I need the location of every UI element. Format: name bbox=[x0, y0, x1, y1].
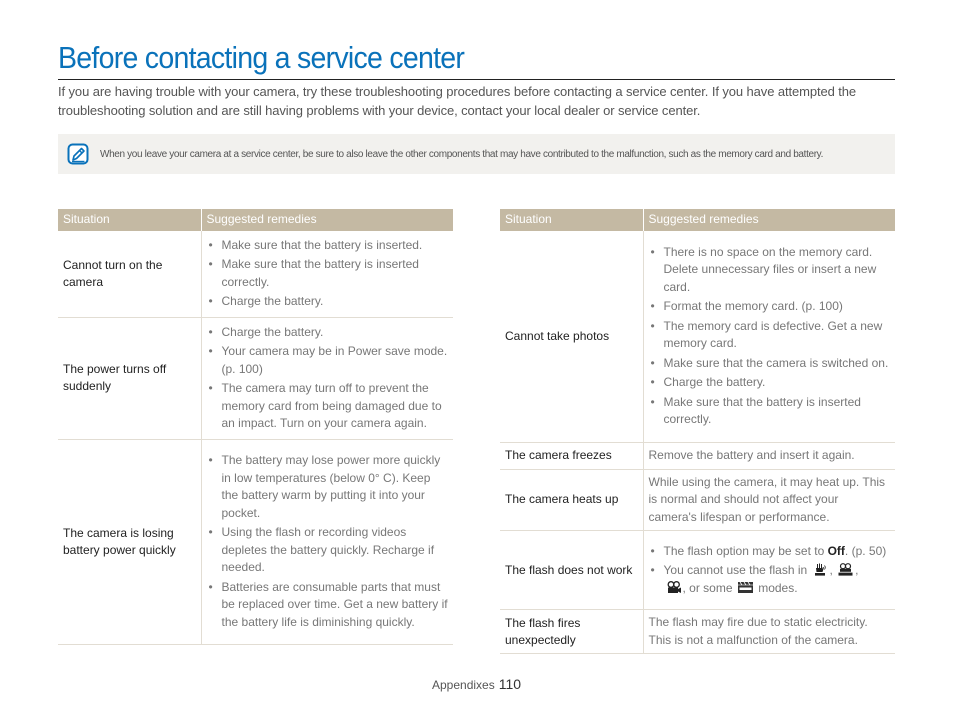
situation-cell: The power turns off suddenly bbox=[58, 317, 201, 440]
remedies-list: The battery may lose power more quickly … bbox=[207, 452, 449, 631]
remedies-list: Make sure that the battery is inserted. … bbox=[207, 237, 449, 311]
note-box: When you leave your camera at a service … bbox=[58, 134, 895, 174]
remedies-cell: Charge the battery. Your camera may be i… bbox=[200, 317, 453, 440]
table-row: The flash fires unexpectedly The flash m… bbox=[500, 609, 895, 654]
remedy-item: The flash option may be set to Off. (p. … bbox=[649, 543, 891, 561]
table-header-row: Situation Suggested remedies bbox=[500, 209, 895, 231]
remedy-text: The flash may fire due to static electri… bbox=[648, 615, 868, 647]
header-situation: Situation bbox=[58, 209, 201, 231]
remedies-cell: The flash may fire due to static electri… bbox=[642, 609, 895, 654]
remedy-text-part: , bbox=[855, 563, 859, 578]
remedy-text-part: The flash option may be set to bbox=[663, 543, 828, 558]
table-row: The camera heats up While using the came… bbox=[500, 469, 895, 531]
remedies-cell: Make sure that the battery is inserted. … bbox=[200, 230, 453, 318]
remedy-item: Charge the battery. bbox=[649, 374, 891, 392]
remedy-item: Make sure that the camera is switched on… bbox=[649, 355, 891, 373]
remedy-text-part: , or some bbox=[682, 580, 736, 595]
table-header-row: Situation Suggested remedies bbox=[58, 209, 453, 231]
remedy-item: Batteries are consumable parts that must… bbox=[207, 579, 449, 632]
remedy-text-part: , bbox=[829, 563, 837, 578]
flash-off-label: Off bbox=[827, 543, 845, 558]
remedy-text-part: You cannot use the flash in bbox=[663, 563, 811, 578]
remedy-item: Your camera may be in Power save mode. (… bbox=[207, 343, 449, 378]
intro-paragraph: If you are having trouble with your came… bbox=[58, 84, 857, 118]
remedy-text: Remove the battery and insert it again. bbox=[648, 448, 855, 462]
remedy-item: The memory card is defective. Get a new … bbox=[649, 318, 891, 353]
remedy-item: Charge the battery. bbox=[207, 324, 449, 342]
note-text: When you leave your camera at a service … bbox=[100, 148, 824, 160]
remedy-item: The battery may lose power more quickly … bbox=[207, 452, 449, 522]
table-row: Cannot take photos There is no space on … bbox=[500, 230, 895, 443]
situation-cell: Cannot take photos bbox=[500, 230, 643, 443]
situation-cell: The flash fires unexpectedly bbox=[500, 609, 643, 654]
remedies-list: The flash option may be set to Off. (p. … bbox=[649, 543, 891, 598]
page-title: Before contacting a service center bbox=[58, 40, 465, 75]
table-row: The camera freezes Remove the battery an… bbox=[500, 442, 895, 470]
table-row: The camera is losing battery power quick… bbox=[58, 439, 453, 645]
header-remedies: Suggested remedies bbox=[642, 209, 895, 231]
situation-cell: Cannot turn on the camera bbox=[58, 230, 201, 318]
troubleshooting-table-right: Situation Suggested remedies Cannot take… bbox=[500, 209, 895, 654]
movie-mode-icon bbox=[667, 580, 681, 593]
situation-cell: The flash does not work bbox=[500, 530, 643, 610]
scene-mode-icon bbox=[737, 581, 753, 593]
remedies-cell: Remove the battery and insert it again. bbox=[642, 442, 895, 470]
remedy-text-part: . (p. 50) bbox=[844, 543, 887, 558]
remedy-item: Format the memory card. (p. 100) bbox=[649, 298, 891, 316]
page-footer: Appendixes 110 bbox=[432, 676, 521, 692]
title-divider bbox=[58, 79, 895, 80]
header-remedies: Suggested remedies bbox=[200, 209, 453, 231]
remedy-item: There is no space on the memory card. De… bbox=[649, 244, 891, 297]
table-row: The flash does not work The flash option… bbox=[500, 530, 895, 610]
situation-cell: The camera is losing battery power quick… bbox=[58, 439, 201, 645]
remedies-list: Charge the battery. Your camera may be i… bbox=[207, 324, 449, 433]
remedy-item: The camera may turn off to prevent the m… bbox=[207, 380, 449, 433]
table-row: The power turns off suddenly Charge the … bbox=[58, 317, 453, 440]
remedies-cell: There is no space on the memory card. De… bbox=[642, 230, 895, 443]
page-number: 110 bbox=[498, 676, 522, 692]
remedies-cell: While using the camera, it may heat up. … bbox=[642, 469, 895, 531]
situation-cell: The camera freezes bbox=[500, 442, 643, 470]
dual-is-mode-icon bbox=[814, 563, 826, 576]
remedy-item: Make sure that the battery is inserted. bbox=[207, 237, 449, 255]
remedy-item: Make sure that the battery is inserted c… bbox=[649, 394, 891, 429]
remedy-item: Make sure that the battery is inserted c… bbox=[207, 256, 449, 291]
table-row: Cannot turn on the camera Make sure that… bbox=[58, 230, 453, 318]
remedy-item: Using the flash or recording videos depl… bbox=[207, 524, 449, 577]
remedy-item: You cannot use the flash in , , bbox=[649, 562, 891, 597]
remedy-text-part: modes. bbox=[754, 580, 798, 595]
remedy-text: While using the camera, it may heat up. … bbox=[648, 474, 886, 524]
note-pencil-icon bbox=[67, 143, 89, 165]
header-situation: Situation bbox=[500, 209, 643, 231]
remedies-list: There is no space on the memory card. De… bbox=[649, 244, 891, 429]
footer-section-label: Appendixes bbox=[432, 678, 495, 692]
remedies-cell: The battery may lose power more quickly … bbox=[200, 439, 453, 645]
situation-cell: The camera heats up bbox=[500, 469, 643, 531]
remedy-item: Charge the battery. bbox=[207, 293, 449, 311]
troubleshooting-table-left: Situation Suggested remedies Cannot turn… bbox=[58, 209, 453, 645]
remedies-cell: The flash option may be set to Off. (p. … bbox=[642, 530, 895, 610]
smart-movie-mode-icon bbox=[838, 563, 853, 576]
